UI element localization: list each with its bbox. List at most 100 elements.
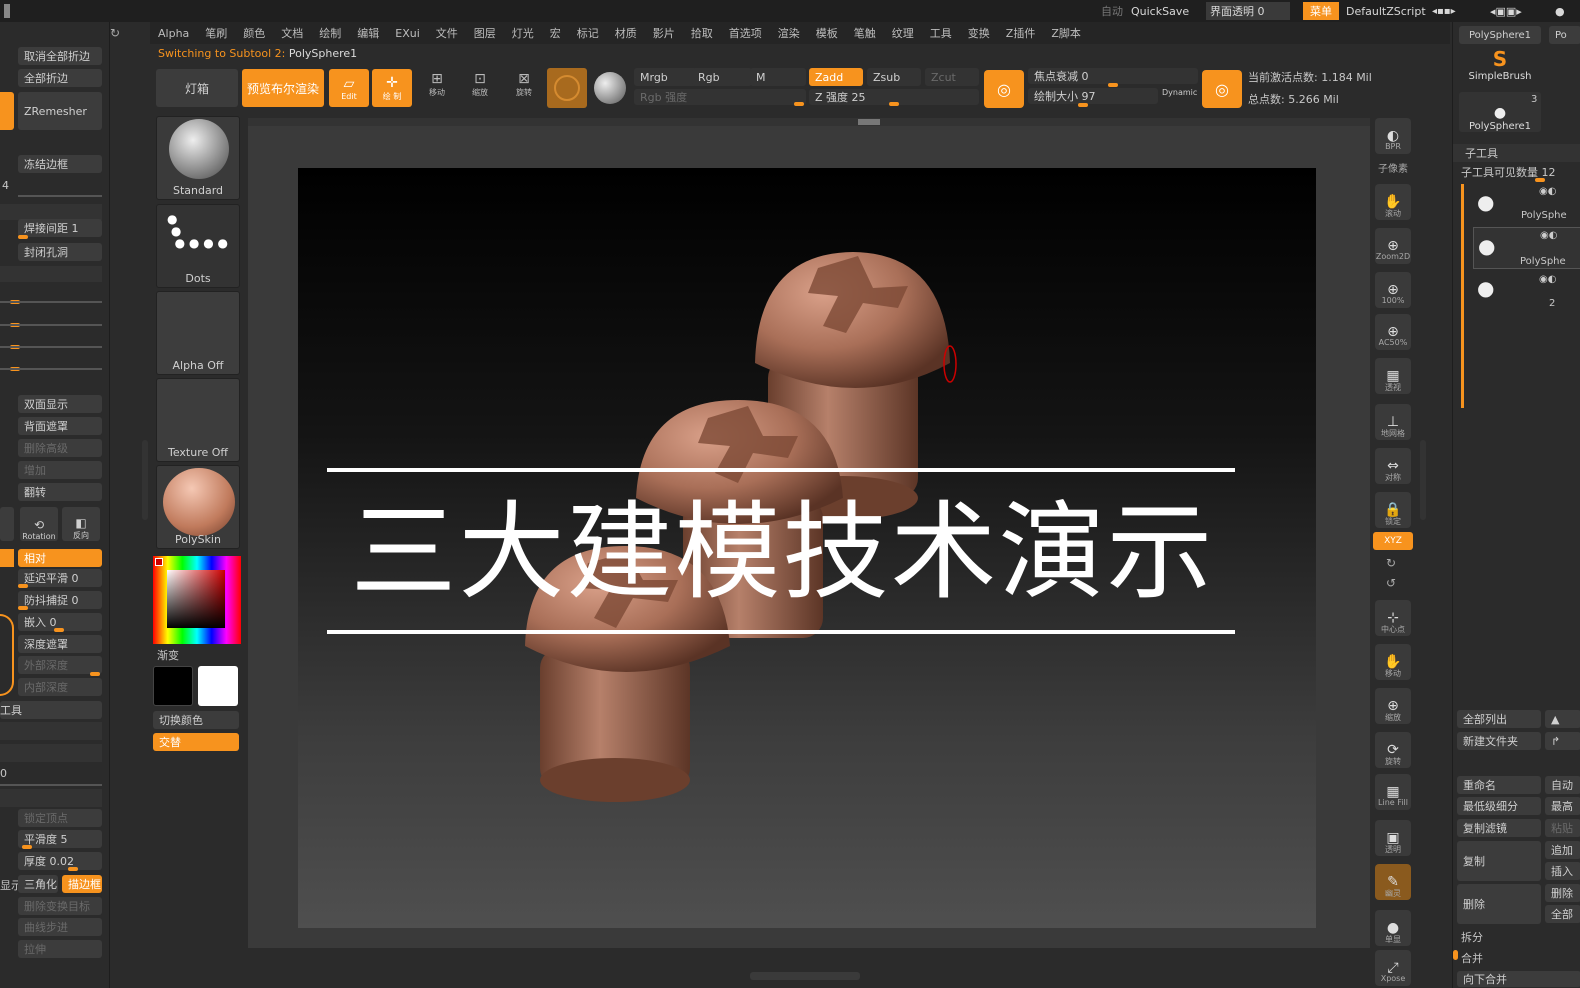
quicksave-button[interactable]: QuickSave — [1131, 2, 1189, 20]
gradient-sphere-icon[interactable] — [594, 72, 626, 104]
subtool-scrollbar[interactable] — [1461, 184, 1464, 408]
reverse-button[interactable]: ◧ 反向 — [62, 507, 100, 541]
right-panel-collapse-handle[interactable] — [1420, 440, 1426, 520]
outer-depth-slider[interactable]: 外部深度 — [18, 656, 102, 674]
brush-thumbnail[interactable]: Standard — [156, 116, 240, 200]
menu-item-13[interactable]: 影片 — [653, 25, 675, 41]
menu-item-1[interactable]: 笔刷 — [205, 25, 227, 41]
delete-other-button[interactable]: 删除 — [1545, 884, 1580, 902]
alpha-thumbnail[interactable]: Alpha Off — [156, 291, 240, 375]
append-button[interactable]: 追加 — [1545, 841, 1580, 859]
edit-button[interactable]: ▱ Edit — [329, 69, 369, 107]
double-sided-button[interactable]: 双面显示 — [18, 395, 102, 413]
rotate-y-icon[interactable]: ↻ — [1386, 556, 1396, 570]
delete-all-button[interactable]: 全部 — [1545, 905, 1580, 923]
paste-button[interactable]: 粘贴 — [1545, 819, 1580, 837]
menu-item-4[interactable]: 绘制 — [319, 25, 341, 41]
scale-button[interactable]: ⊡ 缩放 — [463, 71, 497, 105]
menu-button[interactable]: 菜单 — [1303, 2, 1339, 20]
rotate-button[interactable]: ⊠ 旋转 — [507, 71, 541, 105]
menu-item-19[interactable]: 纹理 — [892, 25, 914, 41]
subtool-item-1[interactable]: ● ◉◐ PolySphe — [1467, 184, 1580, 224]
tool-polysphere-1[interactable]: PolySphere1 — [1459, 26, 1541, 44]
freeze-border-button[interactable]: 冻结边框 — [18, 155, 102, 173]
menu-item-22[interactable]: Z插件 — [1006, 25, 1036, 41]
lazy-smooth-knob[interactable] — [18, 584, 28, 588]
draw-button[interactable]: ✛ 绘 制 — [372, 69, 412, 107]
menu-item-20[interactable]: 工具 — [930, 25, 952, 41]
stroke-thumbnail[interactable]: ● ● ● ● ● ● Dots — [156, 204, 240, 288]
crease-all-button[interactable]: 全部折边 — [18, 69, 102, 87]
focal-shift-knob[interactable] — [1108, 83, 1118, 87]
texture-thumbnail[interactable]: Texture Off — [156, 378, 240, 462]
flip-button[interactable]: 翻转 — [18, 483, 102, 501]
left-edge-button[interactable] — [0, 507, 14, 541]
color-picker[interactable] — [153, 556, 241, 644]
tool-polysphere-2[interactable]: ● PolySphere1 — [1459, 92, 1541, 132]
rename-button[interactable]: 重命名 — [1457, 776, 1541, 794]
zcut-button[interactable]: Zcut — [925, 68, 979, 86]
menu-item-2[interactable]: 颜色 — [243, 25, 265, 41]
secondary-color-swatch[interactable] — [153, 666, 193, 706]
cancel-all-creases-button[interactable]: 取消全部折边 — [18, 47, 102, 65]
menu-item-21[interactable]: 变换 — [968, 25, 990, 41]
subtool-item-2-selected[interactable]: ● ◉◐ PolySphe — [1473, 227, 1580, 269]
up-arrow-icon[interactable]: ▲ — [1545, 710, 1580, 728]
move-button[interactable]: ⊞ 移动 — [420, 71, 454, 105]
delete-button[interactable]: 删除 — [1457, 884, 1541, 924]
slider-track-d[interactable] — [0, 368, 102, 370]
rotation-button[interactable]: ⟲ Rotation — [20, 507, 58, 541]
jitter-snap-slider[interactable]: 防抖捕捉 0 — [18, 591, 102, 609]
zremesher-button[interactable]: ZRemesher — [18, 92, 102, 130]
interface-opacity-slider[interactable]: 界面透明 0 — [1206, 2, 1290, 20]
stroke-d-icon[interactable]: ◎ — [1202, 70, 1242, 108]
menu-item-14[interactable]: 拾取 — [691, 25, 713, 41]
list-all-button[interactable]: 全部列出 — [1457, 710, 1541, 728]
split-header[interactable]: 拆分 — [1461, 929, 1483, 945]
subtool-1-eye-icon[interactable]: ◉◐ — [1539, 186, 1556, 197]
close-holes-button[interactable]: 封闭孔洞 — [18, 243, 102, 261]
insert-button[interactable]: 插入 — [1545, 862, 1580, 880]
horizontal-scroll-track[interactable] — [248, 118, 1370, 126]
relative-button[interactable]: 相对 — [18, 549, 102, 567]
menu-item-5[interactable]: 编辑 — [357, 25, 379, 41]
highest-res-button[interactable]: 最高 — [1545, 797, 1580, 815]
zadd-button[interactable]: Zadd — [809, 68, 863, 86]
del-convert-target-button[interactable]: 删除变换目标 — [18, 897, 102, 915]
weld-dist-knob[interactable] — [18, 235, 28, 239]
subtool-item-3[interactable]: ● ◉◐ 2 — [1467, 272, 1580, 312]
thickness-slider[interactable]: 厚度 0.02 — [18, 852, 102, 870]
draw-size-knob[interactable] — [1078, 103, 1088, 107]
depth-mask-button[interactable]: 深度遮罩 — [18, 635, 102, 653]
script-name[interactable]: DefaultZScript — [1346, 2, 1426, 20]
inner-depth-slider[interactable]: 内部深度 — [18, 678, 102, 696]
merge-down-button[interactable]: 向下合并 — [1457, 971, 1580, 987]
simplebrush-tool[interactable]: S SimpleBrush — [1459, 47, 1541, 87]
layout-arrows-icon[interactable]: ◂▪▪▸ — [1432, 2, 1456, 20]
lock-vertex-button[interactable]: 锁定顶点 — [18, 809, 102, 827]
bottom-panel-handle[interactable] — [750, 972, 860, 980]
slider-track-c[interactable] — [0, 346, 102, 348]
embed-knob[interactable] — [54, 628, 64, 632]
dynamic-toggle[interactable]: Dynamic — [1162, 88, 1197, 97]
menu-item-15[interactable]: 首选项 — [729, 25, 762, 41]
menu-item-10[interactable]: 宏 — [550, 25, 561, 41]
stroke-s-icon[interactable]: ◎ — [984, 70, 1024, 108]
menu-item-7[interactable]: 文件 — [436, 25, 458, 41]
auto-order-button[interactable]: 自动 — [1545, 776, 1580, 794]
menu-item-12[interactable]: 材质 — [615, 25, 637, 41]
left-panel-collapse-handle[interactable] — [142, 440, 148, 520]
menu-item-9[interactable]: 灯光 — [512, 25, 534, 41]
menu-item-17[interactable]: 模板 — [816, 25, 838, 41]
dup-filter-button[interactable]: 复制滤镜 — [1457, 819, 1541, 837]
slider-track-a[interactable] — [0, 301, 102, 303]
dial-icon[interactable] — [0, 614, 14, 696]
thickness-knob[interactable] — [68, 867, 78, 871]
weld-dist-slider[interactable]: 焊接间距 1 — [18, 219, 102, 237]
add-button[interactable]: 增加 — [18, 461, 102, 479]
menu-item-0[interactable]: Alpha — [158, 27, 189, 40]
rgb-intensity-knob[interactable] — [794, 102, 804, 106]
backface-mask-button[interactable]: 背面遮罩 — [18, 417, 102, 435]
refresh-icon[interactable]: ↻ — [110, 26, 120, 40]
slider-track-b[interactable] — [0, 324, 102, 326]
